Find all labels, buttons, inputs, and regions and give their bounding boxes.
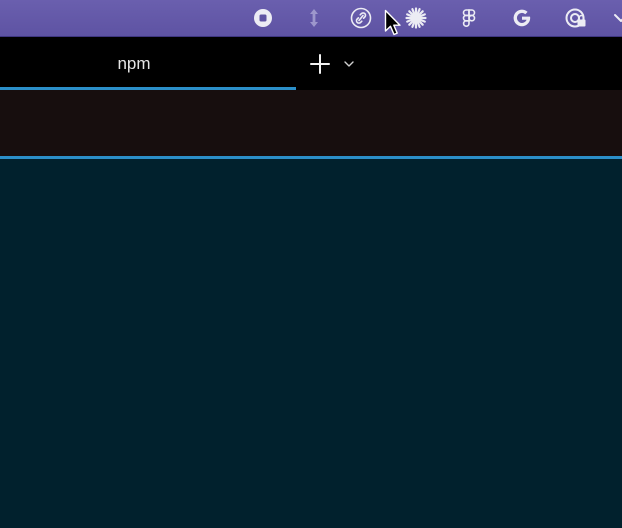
stop-icon[interactable] bbox=[252, 7, 274, 29]
figma-icon[interactable] bbox=[458, 7, 480, 29]
command-input-area[interactable] bbox=[0, 90, 622, 156]
menu-bar bbox=[0, 0, 622, 37]
resize-vertical-icon[interactable] bbox=[303, 7, 325, 29]
tab-label: npm bbox=[117, 54, 151, 73]
sparkle-icon[interactable] bbox=[405, 7, 427, 29]
link-icon[interactable] bbox=[350, 7, 372, 29]
plus-icon bbox=[310, 54, 330, 74]
tab-dropdown-button[interactable] bbox=[340, 55, 358, 73]
chevron-down-icon[interactable] bbox=[612, 7, 622, 29]
privacy-lock-icon[interactable] bbox=[565, 7, 587, 29]
tab-bar: npm bbox=[0, 37, 622, 90]
chevron-down-icon bbox=[344, 61, 354, 67]
mouse-cursor bbox=[384, 9, 402, 37]
new-tab-button[interactable] bbox=[306, 50, 334, 78]
terminal-output[interactable] bbox=[0, 159, 622, 528]
google-icon[interactable] bbox=[511, 7, 533, 29]
tab-npm[interactable]: npm bbox=[0, 37, 296, 90]
